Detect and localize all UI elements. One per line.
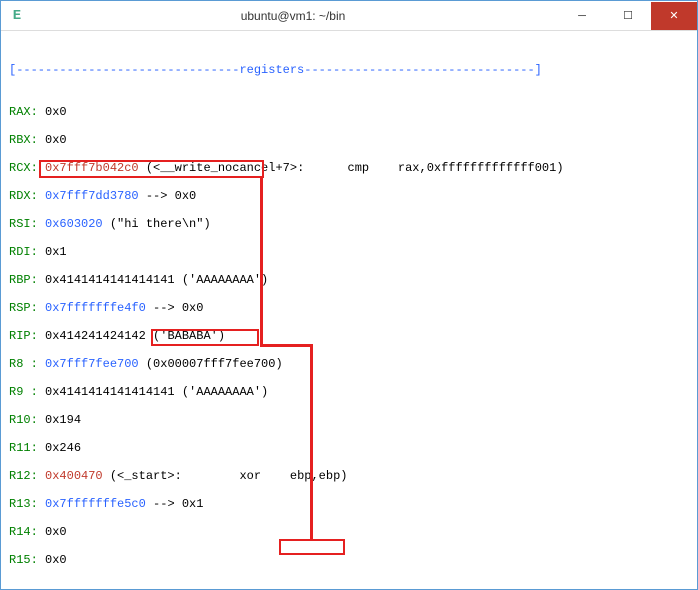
terminal-output[interactable]: [-------------------------------register…	[1, 31, 697, 589]
reg-r15: R15: 0x0	[9, 553, 689, 567]
reg-rsp: RSP: 0x7fffffffe4f0 --> 0x0	[9, 301, 689, 315]
reg-rcx: RCX: 0x7fff7b042c0 (<__write_nocancel+7>…	[9, 161, 689, 175]
reg-r12: R12: 0x400470 (<_start>: xor ebp,ebp)	[9, 469, 689, 483]
window-titlebar: E ubuntu@vm1: ~/bin ─ ☐ ✕	[1, 1, 697, 31]
reg-rip: RIP: 0x414241424142 ('BABABA')	[9, 329, 689, 343]
reg-r11: R11: 0x246	[9, 441, 689, 455]
window-title: ubuntu@vm1: ~/bin	[27, 9, 559, 23]
reg-r13: R13: 0x7fffffffe5c0 --> 0x1	[9, 497, 689, 511]
highlight-connector	[260, 344, 312, 347]
minimize-button[interactable]: ─	[559, 2, 605, 30]
app-icon: E	[7, 6, 27, 26]
reg-rbp: RBP: 0x4141414141414141 ('AAAAAAAA')	[9, 273, 689, 287]
registers-header: [-------------------------------register…	[9, 63, 689, 77]
close-button[interactable]: ✕	[651, 2, 697, 30]
maximize-button[interactable]: ☐	[605, 2, 651, 30]
reg-rdx: RDX: 0x7fff7dd3780 --> 0x0	[9, 189, 689, 203]
reg-rax: RAX: 0x0	[9, 105, 689, 119]
reg-r10: R10: 0x194	[9, 413, 689, 427]
reg-r14: R14: 0x0	[9, 525, 689, 539]
reg-r8: R8 : 0x7fff7fee700 (0x00007fff7fee700)	[9, 357, 689, 371]
reg-rsi: RSI: 0x603020 ("hi there\n")	[9, 217, 689, 231]
reg-r9: R9 : 0x4141414141414141 ('AAAAAAAA')	[9, 385, 689, 399]
reg-rdi: RDI: 0x1	[9, 245, 689, 259]
reg-rbx: RBX: 0x0	[9, 133, 689, 147]
